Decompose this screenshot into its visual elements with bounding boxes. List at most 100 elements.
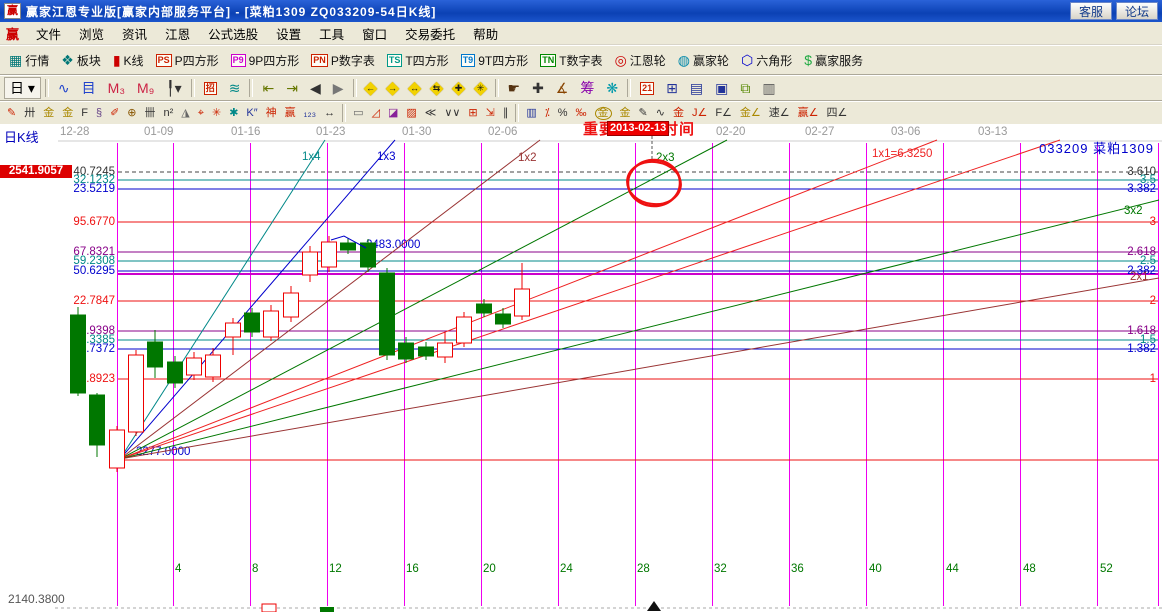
percent-retrace-tool[interactable]: ⁒ bbox=[542, 104, 553, 123]
hand-drag-tool[interactable]: ☛ bbox=[503, 77, 526, 99]
wave-9-icon[interactable]: M₉ bbox=[132, 77, 159, 99]
ying-square-tool[interactable]: 赢 bbox=[282, 104, 299, 123]
capture-icon[interactable]: ⧉ bbox=[735, 77, 755, 99]
p-number-button[interactable]: PNP数字表 bbox=[306, 49, 380, 71]
angle-lines-tool[interactable]: ≪ bbox=[422, 104, 440, 123]
separator bbox=[342, 104, 346, 122]
color-profile-icon[interactable]: ≋ bbox=[224, 77, 246, 99]
forum-button[interactable]: 论坛 bbox=[1116, 2, 1158, 20]
menu-trading[interactable]: 交易委托 bbox=[396, 22, 464, 45]
gann-wheel-button[interactable]: ◎江恩轮 bbox=[610, 49, 671, 71]
gold-section2-tool[interactable]: 金 bbox=[59, 104, 76, 123]
prev-bar-button[interactable]: ◀ bbox=[305, 77, 326, 99]
rect-tool[interactable]: ▭ bbox=[350, 104, 366, 123]
wave-3-icon[interactable]: M₃ bbox=[103, 77, 130, 99]
ruler-123-tool[interactable]: ₁₂₃ bbox=[301, 104, 319, 123]
parallel-lines-tool[interactable]: ∥ bbox=[500, 104, 512, 123]
crosshair-tool[interactable]: ✚ bbox=[527, 77, 549, 99]
shift-right-button[interactable]: → bbox=[383, 77, 403, 99]
memo-icon[interactable]: ▤ bbox=[685, 77, 708, 99]
cycle-lines-tool[interactable]: 卌 bbox=[142, 104, 159, 123]
angle-measure-tool[interactable]: ∡ bbox=[551, 77, 574, 99]
zoom-in-button[interactable]: ✚ bbox=[449, 77, 469, 99]
menu-news[interactable]: 资讯 bbox=[113, 22, 156, 45]
gann-fan-tool[interactable]: ◿ bbox=[369, 104, 383, 123]
chart-area[interactable]: 12-2801-0901-1601-2301-3002-0602-2002-27… bbox=[0, 124, 1162, 612]
menu-window[interactable]: 窗口 bbox=[353, 22, 396, 45]
date-marker-triangle bbox=[647, 601, 661, 611]
brush-tool[interactable]: ✐ bbox=[107, 104, 122, 123]
f-angle-tool[interactable]: F∠ bbox=[712, 104, 735, 123]
first-bar-button[interactable]: ⇤ bbox=[257, 77, 279, 99]
gann-circle-tool[interactable]: ⊕ bbox=[124, 104, 139, 123]
smart-analysis-icon[interactable]: ❋ bbox=[601, 77, 623, 99]
n-square-tool[interactable]: n² bbox=[161, 104, 177, 123]
k-mark-tool[interactable]: K″ bbox=[243, 104, 260, 123]
save-icon[interactable]: ▣ bbox=[710, 77, 733, 99]
four-angle-tool[interactable]: 四∠ bbox=[824, 104, 851, 123]
quotes-button[interactable]: ▦行情 bbox=[4, 49, 54, 71]
gold-angle-tool[interactable]: 金∠ bbox=[737, 104, 764, 123]
candle bbox=[262, 604, 276, 612]
shen-square-tool[interactable]: 神 bbox=[263, 104, 280, 123]
ying-angle-tool[interactable]: 赢∠ bbox=[795, 104, 822, 123]
restore-layout-icon[interactable]: 招 bbox=[199, 77, 222, 99]
sectors-button[interactable]: ❖板块 bbox=[56, 49, 106, 71]
calendar-icon[interactable]: 21 bbox=[635, 77, 659, 99]
gann-fan-box-tool[interactable]: ◪ bbox=[385, 104, 401, 123]
stretch-bars-button[interactable]: ↔ bbox=[405, 77, 425, 99]
winner-service-button[interactable]: $赢家服务 bbox=[799, 49, 868, 71]
grid-arrow-tool[interactable]: ⇲ bbox=[483, 104, 498, 123]
price-ladder-tool[interactable]: ▥ bbox=[523, 104, 539, 123]
menu-settings[interactable]: 设置 bbox=[267, 22, 310, 45]
gann-ticks-tool[interactable]: 卅 bbox=[21, 104, 38, 123]
period-day-dropdown[interactable]: 日 ▾ bbox=[4, 77, 41, 99]
gold-section-tool[interactable]: 金 bbox=[40, 104, 57, 123]
fibonacci-icon: F bbox=[81, 108, 88, 119]
menu-formula-picker[interactable]: 公式选股 bbox=[199, 22, 267, 45]
speed-angle-icon: 速∠ bbox=[769, 108, 790, 119]
menu-file[interactable]: 文件 bbox=[27, 22, 70, 45]
kline-button[interactable]: ▮K线 bbox=[108, 49, 149, 71]
turning-point-date-badge: 2013-02-13 bbox=[607, 121, 669, 136]
percent-tool[interactable]: % bbox=[555, 104, 571, 123]
span-measure-tool[interactable]: ↔ bbox=[321, 104, 338, 123]
info-card-icon[interactable]: 目 bbox=[77, 77, 101, 99]
zigzag-icon[interactable]: ∿ bbox=[53, 77, 75, 99]
9p-square-button[interactable]: P99P四方形 bbox=[226, 49, 305, 71]
chip-distribution-icon[interactable]: 筹 bbox=[575, 77, 599, 99]
winner-wheel-button[interactable]: ◍赢家轮 bbox=[673, 49, 734, 71]
gann-grid-box-tool[interactable]: ▨ bbox=[403, 104, 419, 123]
grid-tool[interactable]: ⊞ bbox=[465, 104, 480, 123]
t-square-button[interactable]: TST四方形 bbox=[382, 49, 454, 71]
menu-help[interactable]: 帮助 bbox=[464, 22, 507, 45]
price-tag: 2541.9057 bbox=[0, 165, 72, 178]
calculator-icon[interactable]: ⊞ bbox=[661, 77, 683, 99]
toolbar-drawing: ✎卅金金F§✐⊕卌n²◮⌖✳✱K″神赢₁₂₃↔▭◿◪▨≪∨∨⊞⇲∥▥⁒%‰金金✎… bbox=[0, 101, 1162, 125]
trend-angle-tool[interactable]: ◮ bbox=[178, 104, 192, 123]
draw-pencil-tool[interactable]: ✎ bbox=[4, 104, 19, 123]
star-web-tool[interactable]: ✳ bbox=[209, 104, 224, 123]
last-bar-icon: ⇥ bbox=[286, 81, 298, 95]
spider-web-tool[interactable]: ✱ bbox=[226, 104, 241, 123]
v-lines-tool[interactable]: ∨∨ bbox=[441, 104, 463, 123]
next-bar-button[interactable]: ▶ bbox=[328, 77, 349, 99]
menu-browse[interactable]: 浏览 bbox=[70, 22, 113, 45]
shift-left-button[interactable]: ← bbox=[361, 77, 381, 99]
workstation-icon[interactable]: ▥ bbox=[757, 77, 780, 99]
menu-tools[interactable]: 工具 bbox=[310, 22, 353, 45]
candle-style-dropdown[interactable]: ╿▾ bbox=[161, 77, 186, 99]
9t-square-button[interactable]: T99T四方形 bbox=[456, 49, 534, 71]
spiral-tool[interactable]: § bbox=[93, 104, 105, 123]
last-bar-button[interactable]: ⇥ bbox=[281, 77, 303, 99]
zoom-out-button[interactable]: ✳ bbox=[471, 77, 491, 99]
target-tool[interactable]: ⌖ bbox=[195, 104, 207, 123]
customer-service-button[interactable]: 客服 bbox=[1070, 2, 1112, 20]
t-number-button[interactable]: TNT数字表 bbox=[535, 49, 607, 71]
compress-bars-button[interactable]: ⇆ bbox=[427, 77, 447, 99]
menu-gann[interactable]: 江恩 bbox=[156, 22, 199, 45]
speed-angle-tool[interactable]: 速∠ bbox=[766, 104, 793, 123]
fibonacci-tool[interactable]: F bbox=[78, 104, 91, 123]
p-square-button[interactable]: PSP四方形 bbox=[151, 49, 224, 71]
hexagon-button[interactable]: ⬡六角形 bbox=[736, 49, 797, 71]
